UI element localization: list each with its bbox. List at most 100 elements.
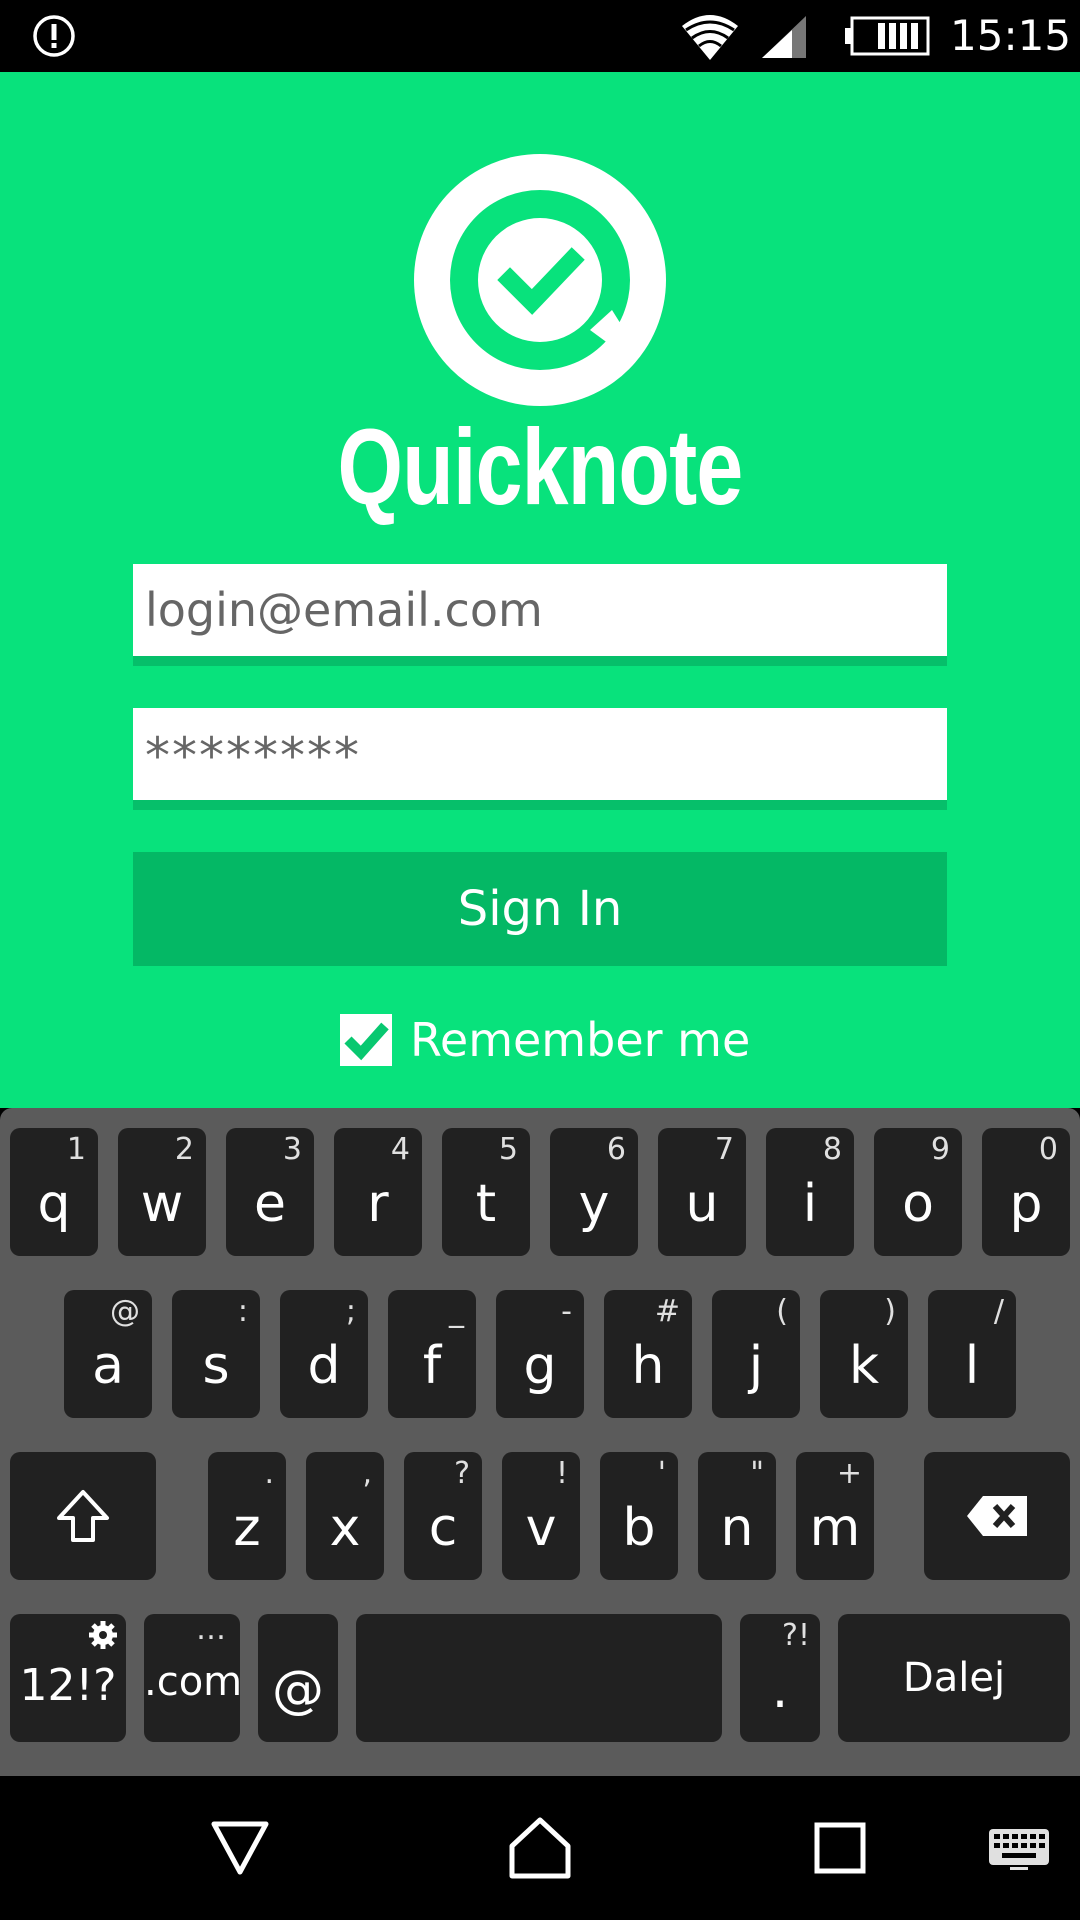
space-key[interactable] [356, 1614, 722, 1742]
key-label: o [902, 1174, 934, 1234]
key-label: a [92, 1336, 124, 1396]
key-p[interactable]: 0p [982, 1128, 1070, 1256]
key-label: g [523, 1336, 557, 1396]
key-hint: 0 [1038, 1132, 1058, 1167]
at-key-label: @ [272, 1660, 324, 1720]
key-hint: # [654, 1294, 680, 1329]
key-x[interactable]: ,x [306, 1452, 384, 1580]
key-label: d [307, 1336, 341, 1396]
key-o[interactable]: 9o [874, 1128, 962, 1256]
key-label: j [748, 1336, 764, 1396]
key-hint: , [362, 1456, 372, 1491]
key-hint: @ [110, 1294, 140, 1329]
signal-icon [762, 16, 806, 58]
next-key[interactable]: Dalej [838, 1614, 1070, 1742]
key-label: c [428, 1498, 458, 1558]
key-l[interactable]: / l [928, 1290, 1016, 1418]
sign-in-button[interactable]: Sign In [133, 852, 947, 966]
key-hint: ! [555, 1456, 568, 1491]
key-label: m [809, 1498, 861, 1558]
email-field[interactable] [133, 564, 947, 666]
key-r[interactable]: 4r [334, 1128, 422, 1256]
key-hint: 2 [174, 1132, 194, 1167]
key-label: v [525, 1498, 557, 1558]
key-c[interactable]: ? c [404, 1452, 482, 1580]
symbols-key[interactable]: 12!? [10, 1614, 126, 1742]
key-label: t [475, 1174, 497, 1234]
backspace-icon [967, 1496, 1027, 1536]
key-label: f [422, 1336, 442, 1396]
at-key[interactable]: @ [258, 1614, 338, 1742]
key-label: w [140, 1174, 184, 1234]
next-key-label: Dalej [902, 1655, 1006, 1701]
checkmark-icon [344, 1022, 389, 1061]
key-hint: / [993, 1294, 1004, 1329]
key-hint: - [561, 1294, 572, 1329]
key-hint: 7 [714, 1132, 734, 1167]
key-t[interactable]: 5t [442, 1128, 530, 1256]
symbols-key-label: 12!? [19, 1660, 117, 1711]
key-label: n [720, 1498, 754, 1558]
key-label: e [254, 1174, 286, 1234]
home-icon[interactable] [508, 1816, 572, 1880]
key-y[interactable]: 6y [550, 1128, 638, 1256]
key-f[interactable]: _ f [388, 1290, 476, 1418]
key-u[interactable]: 7u [658, 1128, 746, 1256]
period-hint: ?! [782, 1618, 810, 1653]
period-key[interactable]: ?! . [740, 1614, 820, 1742]
key-hint: 9 [930, 1132, 950, 1167]
key-label: z [233, 1498, 261, 1558]
key-d[interactable]: ; d [280, 1290, 368, 1418]
key-m[interactable]: + m [796, 1452, 874, 1580]
key-hint: ) [884, 1294, 896, 1329]
dotcom-key[interactable]: … .com [144, 1612, 242, 1742]
alert-icon [33, 15, 75, 57]
key-z[interactable]: .z [208, 1452, 286, 1580]
key-i[interactable]: 8i [766, 1128, 854, 1256]
status-time: 15:15 [950, 11, 1072, 60]
wifi-icon [682, 15, 738, 60]
recents-icon[interactable] [814, 1822, 866, 1874]
key-label: q [37, 1174, 71, 1234]
key-label: s [202, 1336, 230, 1396]
key-hint: _ [449, 1294, 464, 1329]
password-input[interactable] [133, 708, 947, 800]
key-hint: : [237, 1294, 248, 1329]
remember-checkbox[interactable] [340, 1014, 392, 1066]
key-j[interactable]: (j [712, 1290, 800, 1418]
password-field[interactable] [133, 708, 947, 810]
key-label: r [367, 1174, 389, 1234]
key-label: k [848, 1336, 880, 1396]
key-g[interactable]: -g [496, 1290, 584, 1418]
key-label: l [964, 1336, 980, 1396]
backspace-key[interactable] [924, 1452, 1070, 1580]
key-label: x [329, 1498, 361, 1558]
key-k[interactable]: ) k [820, 1290, 908, 1418]
key-hint: 6 [606, 1132, 626, 1167]
back-icon[interactable] [210, 1820, 270, 1876]
key-hint: ( [776, 1294, 788, 1329]
key-s[interactable]: :s [172, 1290, 260, 1418]
period-key-label: . [771, 1660, 789, 1720]
key-a[interactable]: @ a [64, 1290, 152, 1418]
key-hint: ; [345, 1294, 356, 1329]
key-q[interactable]: 1q [10, 1128, 98, 1256]
key-e[interactable]: 3e [226, 1128, 314, 1256]
shift-key[interactable] [10, 1452, 156, 1580]
keyboard-switch-icon[interactable] [988, 1828, 1050, 1870]
key-hint: 8 [822, 1132, 842, 1167]
navigation-bar [0, 1776, 1080, 1920]
soft-keyboard: 1q2w3e4r5t6y7u8i9o0p @ a: s; d _ f - g # h(j) k / l … [0, 1108, 1080, 1776]
remember-label: Remember me [410, 1013, 751, 1067]
key-w[interactable]: 2w [118, 1128, 206, 1256]
key-hint: 5 [498, 1132, 518, 1167]
key-v[interactable]: ! v [502, 1452, 580, 1580]
key-hint: ? [454, 1456, 470, 1491]
key-label: p [1009, 1174, 1043, 1234]
remember-me[interactable]: Remember me [340, 1012, 750, 1068]
key-h[interactable]: # h [604, 1290, 692, 1418]
email-input[interactable] [133, 564, 947, 656]
key-n[interactable]: " n [698, 1452, 776, 1580]
key-b[interactable]: ' b [600, 1452, 678, 1580]
key-hint: 1 [66, 1132, 86, 1167]
